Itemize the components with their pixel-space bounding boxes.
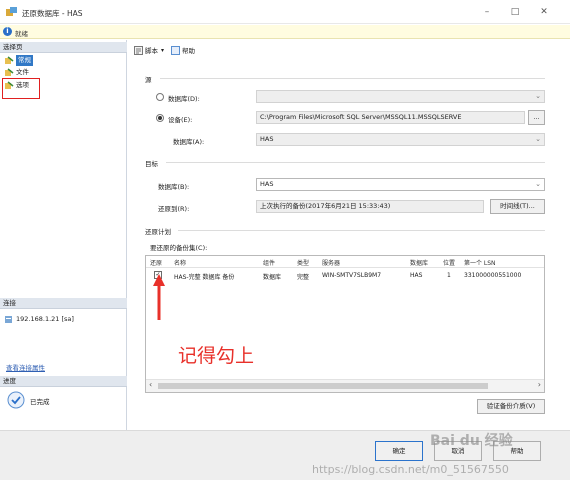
database-radio-label: 数据库(D): <box>168 95 200 103</box>
target-database-value: HAS <box>260 180 274 188</box>
sidebar-item-label: 文件 <box>16 68 29 76</box>
window-title: 还原数据库 - HAS <box>22 9 83 18</box>
chevron-down-icon: ⌄ <box>535 92 541 100</box>
timeline-button[interactable]: 时间线(T)... <box>490 199 545 214</box>
database-radio[interactable] <box>156 93 164 101</box>
target-database-label: 数据库(B): <box>158 183 190 191</box>
cell-position: 1 <box>447 272 451 279</box>
page-icon <box>5 68 14 76</box>
chevron-down-icon: ⌄ <box>535 135 541 143</box>
connection-header: 连接 <box>0 298 127 309</box>
connection-value: 192.168.1.21 [sa] <box>16 315 74 323</box>
page-icon <box>5 56 14 64</box>
script-icon <box>134 45 143 55</box>
ok-button[interactable]: 确定 <box>375 441 423 461</box>
column-header-server[interactable]: 服务器 <box>322 258 340 267</box>
help-label: 帮助 <box>182 47 196 55</box>
annotation-arrow-icon <box>153 274 165 320</box>
source-database-select[interactable]: HAS ⌄ <box>256 133 545 146</box>
column-header-name[interactable]: 名称 <box>174 258 186 267</box>
close-button[interactable]: ✕ <box>536 6 552 18</box>
source-database-dropdown[interactable]: ⌄ <box>256 90 545 103</box>
column-header-restore[interactable]: 还原 <box>150 258 162 267</box>
status-bar: i 就绪 <box>0 25 570 39</box>
check-circle-icon <box>7 391 25 409</box>
verify-backup-media-button[interactable]: 验证备份介质(V) <box>477 399 545 414</box>
script-button[interactable]: 脚本 ▾ <box>134 45 164 55</box>
cell-first-lsn: 331000000551000 <box>464 272 522 279</box>
toolbar: 脚本 ▾ 帮助 <box>134 44 195 56</box>
browse-button[interactable]: ... <box>528 110 545 125</box>
scroll-left-icon[interactable]: ‹ <box>149 380 152 389</box>
restore-plan-group-label: 还原计划 <box>145 228 171 236</box>
column-header-database[interactable]: 数据库 <box>410 258 428 267</box>
backup-sets-label: 要还原的备份集(C): <box>150 244 208 252</box>
sidebar-item-label: 常规 <box>16 55 33 66</box>
scrollbar-thumb[interactable] <box>158 383 488 389</box>
target-group-label: 目标 <box>145 160 158 168</box>
progress-status: 已完成 <box>30 398 50 406</box>
cell-name: HAS-完整 数据库 备份 <box>174 274 235 281</box>
highlight-box <box>2 78 40 99</box>
view-connection-properties-link[interactable]: 查看连接属性 <box>6 362 45 372</box>
url-watermark: https://blog.csdn.net/m0_51567550 <box>312 463 509 476</box>
source-database-value: HAS <box>260 135 274 143</box>
minimize-button[interactable]: – <box>479 6 495 18</box>
device-radio-label: 设备(E): <box>168 116 193 124</box>
horizontal-scrollbar[interactable]: ‹ › <box>146 379 544 392</box>
restore-to-field: 上次执行的备份(2017年6月21日 15:33:43) <box>256 200 484 213</box>
baidu-watermark: Bai du 经验 <box>430 433 513 449</box>
target-database-select[interactable]: HAS ⌄ <box>256 178 545 191</box>
title-bar: 还原数据库 - HAS – □ ✕ <box>0 0 570 24</box>
chevron-down-icon: ⌄ <box>535 180 541 188</box>
device-path-field[interactable]: C:\Program Files\Microsoft SQL Server\MS… <box>256 111 525 124</box>
cell-type: 完整 <box>297 274 310 281</box>
column-header-first-lsn[interactable]: 第一个 LSN <box>464 258 496 267</box>
header-divider <box>146 267 544 268</box>
source-database-label: 数据库(A): <box>173 138 205 146</box>
connection-item: 192.168.1.21 [sa] <box>4 314 74 325</box>
column-header-position[interactable]: 位置 <box>443 258 455 267</box>
server-icon <box>5 316 12 323</box>
backup-sets-grid[interactable]: 还原 名称 组件 类型 服务器 数据库 位置 第一个 LSN ✓ HAS-完整 … <box>145 255 545 393</box>
restore-to-label: 还原到(R): <box>158 205 190 213</box>
cell-server: WIN-SMTV7SLB9M7 <box>322 272 382 279</box>
divider <box>178 230 545 231</box>
sidebar-item-files[interactable]: 文件 <box>4 67 29 78</box>
annotation-text: 记得勾上 <box>178 345 255 367</box>
select-page-header: 选择页 <box>0 42 127 53</box>
sidebar-item-general[interactable]: 常规 <box>4 55 33 66</box>
help-button[interactable]: 帮助 <box>171 45 195 55</box>
divider <box>166 162 545 163</box>
column-header-component[interactable]: 组件 <box>263 258 275 267</box>
chevron-down-icon: ▾ <box>161 46 165 54</box>
script-label: 脚本 <box>145 47 158 55</box>
scroll-right-icon[interactable]: › <box>538 380 541 389</box>
help-icon <box>171 45 181 55</box>
cell-database: HAS <box>410 272 423 279</box>
device-radio[interactable] <box>156 114 164 122</box>
progress-header: 进度 <box>0 376 127 387</box>
table-row[interactable]: ✓ HAS-完整 数据库 备份 数据库 完整 WIN-SMTV7SLB9M7 H… <box>146 269 544 282</box>
info-icon: i <box>3 27 12 36</box>
maximize-button[interactable]: □ <box>507 6 523 18</box>
database-restore-icon <box>6 7 17 16</box>
source-group-label: 源 <box>145 76 152 84</box>
status-text: 就绪 <box>15 30 28 38</box>
divider <box>160 78 545 79</box>
column-header-type[interactable]: 类型 <box>297 258 309 267</box>
cell-component: 数据库 <box>263 274 282 281</box>
